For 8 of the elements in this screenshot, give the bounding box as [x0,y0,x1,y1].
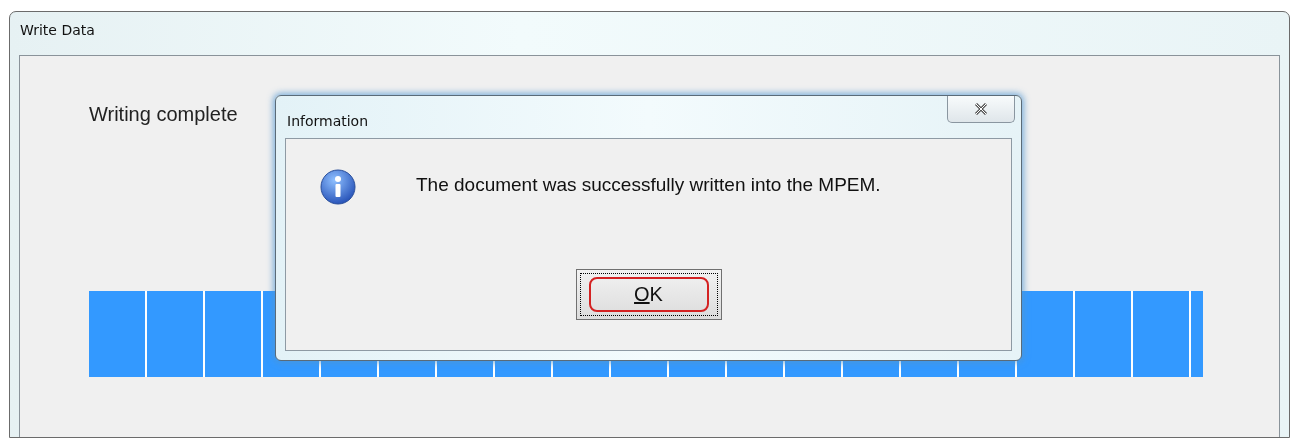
window-title: Write Data [19,21,96,40]
status-text: Writing complete [89,103,238,126]
close-icon [974,103,988,115]
close-button[interactable] [947,96,1015,123]
dialog-title: Information [286,112,369,129]
ok-button[interactable]: OK [575,269,722,320]
info-icon [320,169,356,205]
dialog-message: The document was successfully written into the MPEM. [416,173,881,196]
